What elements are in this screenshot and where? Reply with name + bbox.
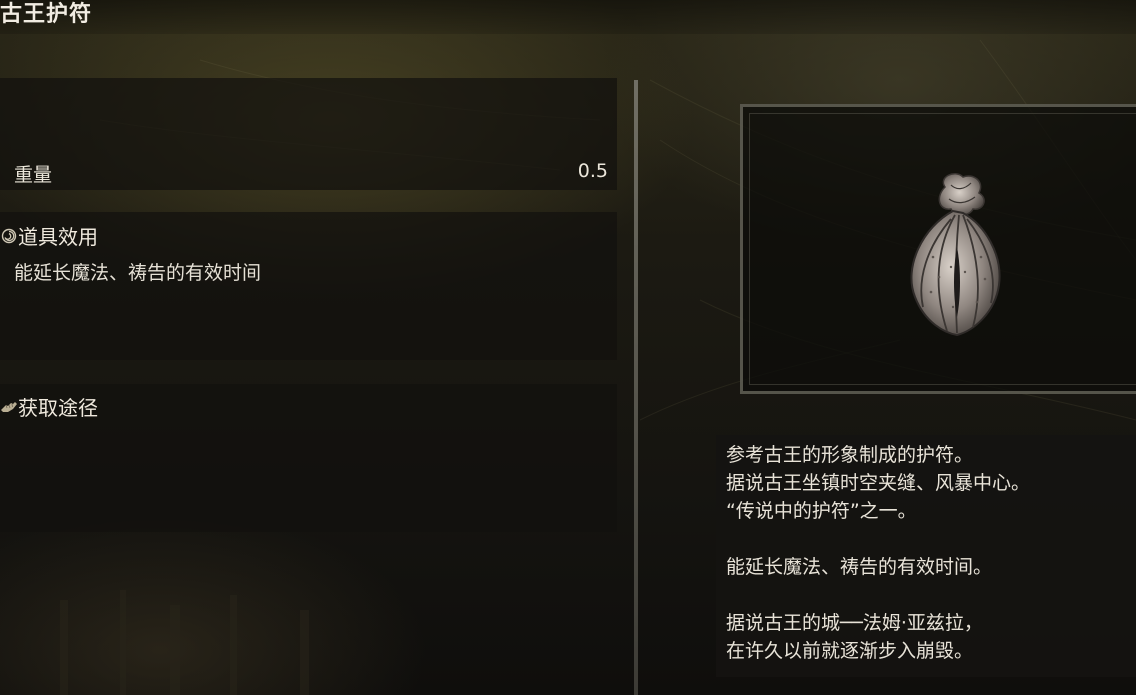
talisman-icon: [893, 167, 1013, 346]
source-heading-label: 获取途径: [18, 396, 98, 420]
description-line: “传说中的护符”之一。: [726, 500, 917, 522]
item-name: 古王护符: [0, 2, 93, 27]
description-line: 在许久以前就逐渐步入崩毁。: [726, 640, 974, 662]
panel-divider: [634, 80, 638, 695]
description-box: 参考古王的形象制成的护符。 据说古王坐镇时空夹缝、风暴中心。 “传说中的护符”之…: [716, 435, 1136, 677]
hand-icon: [0, 398, 18, 416]
effect-text: 能延长魔法、祷告的有效时间: [14, 262, 262, 284]
description-line: 据说古王的城──法姆·亚兹拉，: [726, 612, 983, 634]
item-image-frame: [740, 104, 1136, 394]
effect-heading-label: 道具效用: [18, 225, 98, 249]
effect-heading: 道具效用: [0, 221, 98, 250]
source-heading: 获取途径: [0, 392, 98, 421]
description-line: 据说古王坐镇时空夹缝、风暴中心。: [726, 472, 1031, 494]
title-bar: [0, 0, 1136, 34]
description-line: 能延长魔法、祷告的有效时间。: [726, 556, 993, 578]
swirl-icon: [0, 227, 18, 245]
stats-panel: [0, 78, 617, 190]
weight-label: 重量: [14, 164, 53, 186]
description-line: 参考古王的形象制成的护符。: [726, 444, 974, 466]
weight-value: 0.5: [577, 160, 608, 182]
